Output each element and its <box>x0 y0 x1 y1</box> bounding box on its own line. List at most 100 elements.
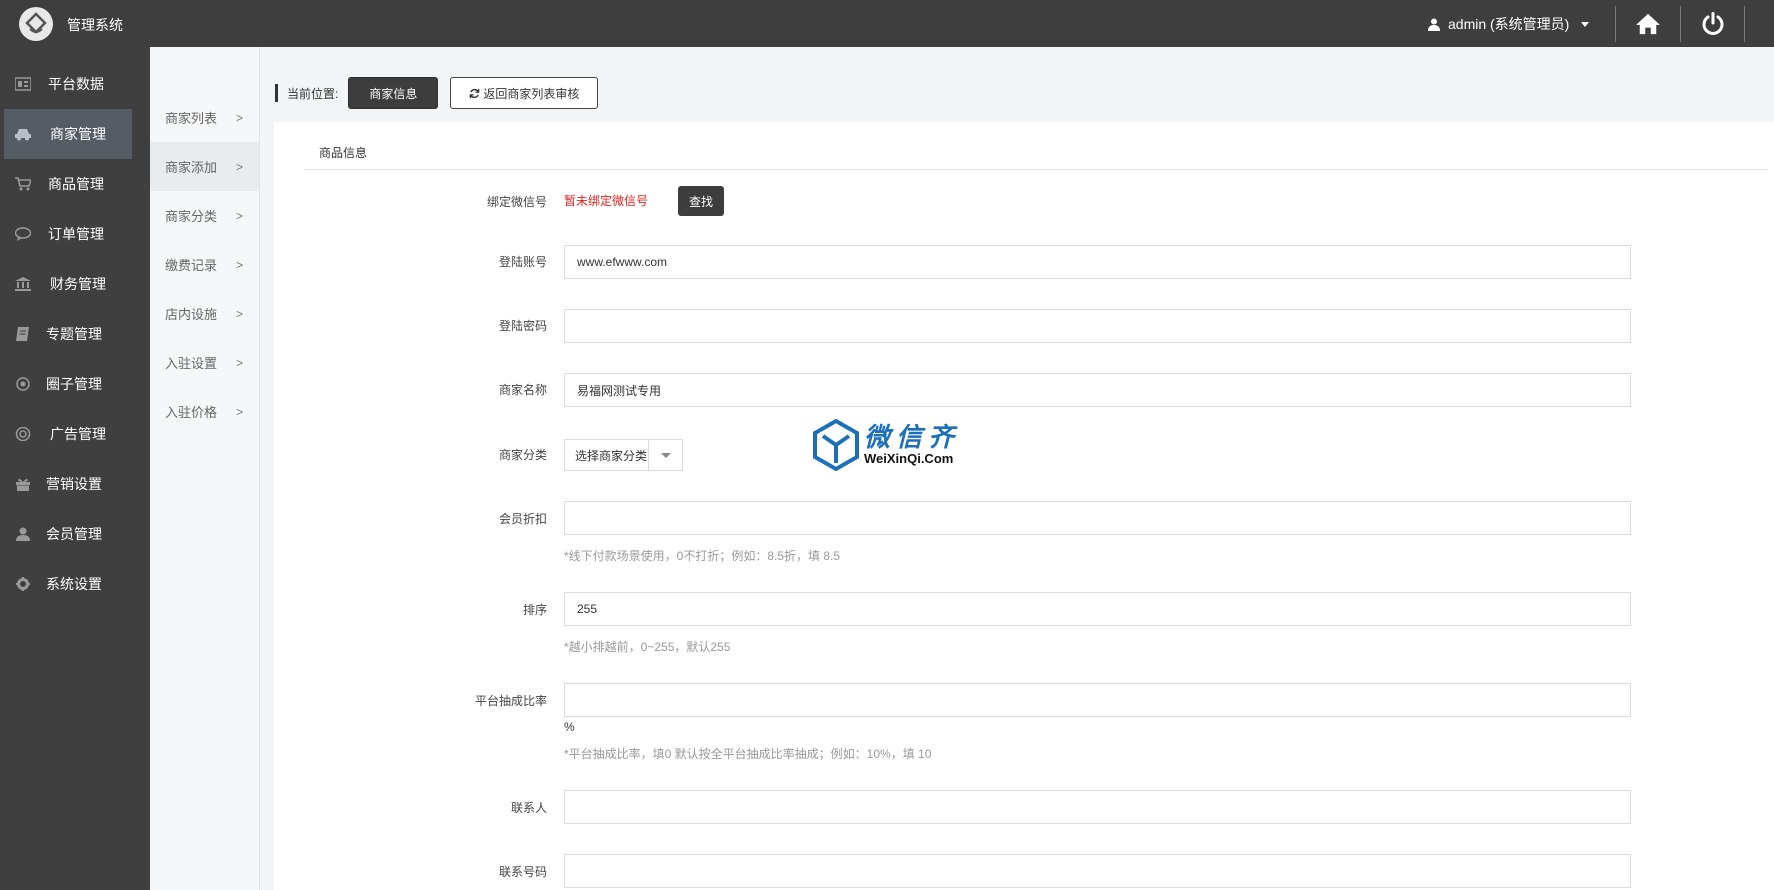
divider <box>1680 6 1681 42</box>
commission-label: 平台抽成比率 <box>474 694 547 708</box>
wechat-label: 绑定微信号 <box>486 195 547 209</box>
sidebar-item-label: 专题管理 <box>46 326 102 342</box>
subnav-item-label: 商家列表 <box>165 111 218 126</box>
chevron-down-icon <box>1581 21 1590 27</box>
app-title: 管理系统 <box>67 17 123 33</box>
contact-input[interactable] <box>564 790 1631 824</box>
sort-input[interactable] <box>564 592 1631 626</box>
chevron-right-icon: > <box>236 159 244 174</box>
breadcrumb: 当前位置: 商家信息 返回商家列表审核 <box>275 76 599 110</box>
merchant-info-button[interactable]: 商家信息 <box>348 77 439 109</box>
book-icon <box>14 326 32 342</box>
subnav-item-label: 商家分类 <box>165 209 218 224</box>
subnav-item-label: 缴费记录 <box>165 258 218 273</box>
subnav-item-label: 商家添加 <box>165 160 218 175</box>
comment-icon <box>14 226 32 242</box>
divider <box>1615 6 1616 42</box>
home-icon[interactable] <box>1634 10 1662 38</box>
sidebar-item-label: 商品管理 <box>48 176 104 192</box>
user-name: admin (系统管理员) <box>1448 16 1570 32</box>
chevron-right-icon: > <box>236 257 244 272</box>
subnav-item-store-facilities[interactable]: 店内设施 > <box>150 289 259 338</box>
logo-icon <box>19 7 53 41</box>
watermark-cn: 微信齐 <box>864 422 961 452</box>
sidebar-item-system-settings[interactable]: 系统设置 <box>0 559 150 609</box>
merchant-name-input[interactable] <box>564 373 1631 407</box>
cube-logo-icon <box>813 419 859 471</box>
subnav-item-payment-records[interactable]: 缴费记录 > <box>150 240 259 289</box>
sidebar-item-platform-data[interactable]: 平台数据 <box>0 59 150 109</box>
find-button[interactable]: 查找 <box>678 186 724 216</box>
sidebar-item-ad-management[interactable]: 广告管理 <box>0 409 150 459</box>
sidebar-item-label: 广告管理 <box>50 426 106 442</box>
contact-label: 联系人 <box>510 801 547 815</box>
commission-unit: % <box>564 720 575 734</box>
sidebar-item-order-management[interactable]: 订单管理 <box>0 209 150 259</box>
lifebuoy-icon <box>14 426 32 442</box>
category-select[interactable]: 选择商家分类 <box>564 439 683 471</box>
sidebar-item-topic-management[interactable]: 专题管理 <box>0 309 150 359</box>
discount-input[interactable] <box>564 501 1631 535</box>
phone-input[interactable] <box>564 854 1631 888</box>
gift-icon <box>14 476 32 492</box>
sidebar-item-member-management[interactable]: 会员管理 <box>0 509 150 559</box>
car-icon <box>14 126 32 142</box>
subnav-item-merchant-list[interactable]: 商家列表 > <box>150 93 259 142</box>
user-menu[interactable]: admin (系统管理员) <box>1428 14 1590 34</box>
sidebar-item-label: 订单管理 <box>48 226 104 242</box>
sort-label: 排序 <box>522 603 547 617</box>
wechat-status: 暂未绑定微信号 <box>564 194 649 208</box>
breadcrumb-marker <box>275 84 278 102</box>
circle-icon <box>14 376 32 392</box>
chevron-right-icon: > <box>236 355 244 370</box>
discount-hint: *线下付款场景使用，0不打折；例如：8.5折，填 8.5 <box>564 549 841 563</box>
sort-hint: *越小排越前，0~255，默认255 <box>564 640 731 654</box>
panel-title: 商品信息 <box>319 146 368 160</box>
commission-hint: *平台抽成比率，填0 默认按全平台抽成比率抽成；例如：10%，填 10 <box>564 747 932 761</box>
chevron-down-icon <box>648 440 682 470</box>
account-label: 登陆账号 <box>498 255 547 269</box>
back-button-label: 返回商家列表审核 <box>483 86 580 101</box>
sidebar-item-finance-management[interactable]: 财务管理 <box>0 259 150 309</box>
refresh-icon <box>470 88 480 98</box>
dashboard-icon <box>14 76 32 92</box>
category-label: 商家分类 <box>498 448 547 462</box>
bank-icon <box>14 276 32 292</box>
chevron-right-icon: > <box>236 404 244 419</box>
sub-navigation: 商家列表 > 商家添加 > 商家分类 > 缴费记录 > 店内设施 > 入驻设置 … <box>150 47 260 890</box>
user-icon <box>14 526 32 542</box>
account-input[interactable] <box>564 245 1631 279</box>
sidebar-item-circle-management[interactable]: 圈子管理 <box>0 359 150 409</box>
category-select-value: 选择商家分类 <box>575 448 648 463</box>
back-to-list-button[interactable]: 返回商家列表审核 <box>450 77 599 109</box>
sidebar-item-merchant-management[interactable]: 商家管理 <box>4 109 132 159</box>
sidebar-item-label: 圈子管理 <box>46 376 102 392</box>
watermark: 微信齐 WeiXinQi.Com <box>812 419 960 471</box>
subnav-item-merchant-add[interactable]: 商家添加 > <box>150 142 259 191</box>
sidebar-item-label: 财务管理 <box>50 276 106 292</box>
gear-icon <box>14 576 32 592</box>
subnav-item-label: 入驻设置 <box>165 356 218 371</box>
password-input[interactable] <box>564 309 1631 343</box>
subnav-item-merchant-category[interactable]: 商家分类 > <box>150 191 259 240</box>
panel-header: 商品信息 <box>304 122 1768 170</box>
breadcrumb-label: 当前位置: <box>287 86 339 101</box>
subnav-item-label: 店内设施 <box>165 307 218 322</box>
chevron-right-icon: > <box>236 208 244 223</box>
subnav-item-onboarding-settings[interactable]: 入驻设置 > <box>150 338 259 387</box>
cart-icon <box>14 176 32 192</box>
divider <box>1744 6 1745 42</box>
sidebar-item-label: 平台数据 <box>48 76 104 92</box>
sidebar: 平台数据 商家管理 商品管理 订单管理 财务管理 专题管理 圈子管理 广告管理 … <box>0 47 150 890</box>
power-icon[interactable] <box>1699 10 1727 38</box>
commission-input[interactable] <box>564 683 1631 717</box>
sidebar-item-label: 系统设置 <box>46 576 102 592</box>
password-label: 登陆密码 <box>498 319 547 333</box>
sidebar-item-product-management[interactable]: 商品管理 <box>0 159 150 209</box>
sidebar-item-marketing-settings[interactable]: 营销设置 <box>0 459 150 509</box>
sidebar-item-label: 会员管理 <box>46 526 102 542</box>
subnav-item-onboarding-price[interactable]: 入驻价格 > <box>150 387 259 436</box>
chevron-right-icon: > <box>236 306 244 321</box>
sidebar-item-label: 商家管理 <box>50 126 106 142</box>
watermark-en: WeiXinQi.Com <box>864 451 954 466</box>
